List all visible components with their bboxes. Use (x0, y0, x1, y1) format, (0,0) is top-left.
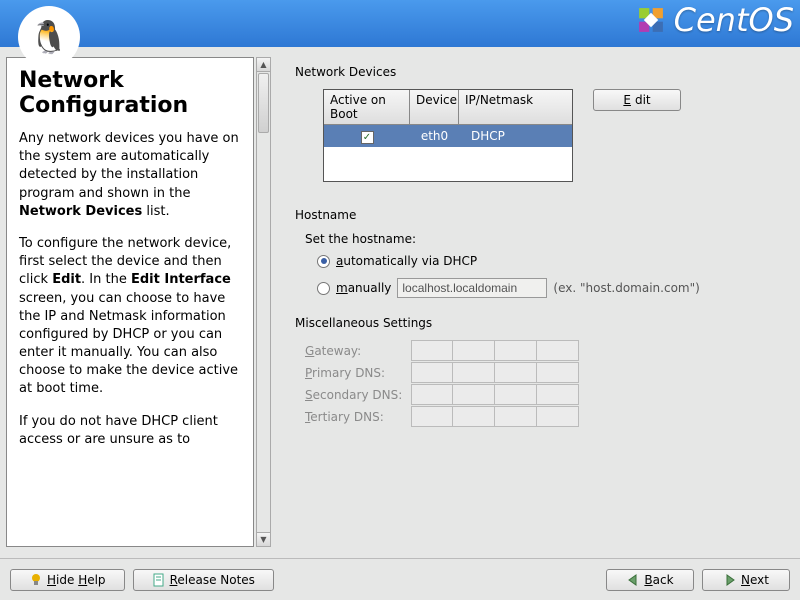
notes-icon (152, 573, 166, 587)
centos-logo-icon (634, 3, 668, 37)
table-row[interactable]: ✓ eth0 DHCP (324, 125, 572, 147)
release-notes-button[interactable]: Release Notes (133, 569, 274, 591)
table-header: Active on Boot Device IP/Netmask (324, 90, 572, 125)
help-para-2: To configure the network device, first s… (19, 235, 241, 399)
next-arrow-icon (723, 573, 737, 587)
secondary-dns-label: Secondary DNS: (305, 388, 411, 402)
tdns-seg4[interactable] (537, 406, 579, 427)
sdns-seg1[interactable] (411, 384, 453, 405)
next-button[interactable]: Next (702, 569, 790, 591)
tdns-seg2[interactable] (453, 406, 495, 427)
gateway-seg3[interactable] (495, 340, 537, 361)
pdns-seg1[interactable] (411, 362, 453, 383)
help-title: Network Configuration (19, 68, 241, 118)
hostname-input[interactable] (397, 278, 547, 298)
edit-button[interactable]: Edit (593, 89, 681, 111)
radio-auto-label: automatically via DHCP (336, 254, 477, 268)
hostname-label: Hostname (295, 208, 770, 222)
cell-ip: DHCP (459, 129, 572, 143)
radio-manual-label: manually (336, 281, 391, 295)
back-arrow-icon (626, 573, 640, 587)
pdns-seg4[interactable] (537, 362, 579, 383)
tdns-seg1[interactable] (411, 406, 453, 427)
scroll-thumb[interactable] (258, 73, 269, 133)
active-checkbox[interactable]: ✓ (361, 131, 374, 144)
hostname-example: (ex. "host.domain.com") (553, 281, 699, 295)
help-scrollbar[interactable]: ▲ ▼ (256, 57, 271, 547)
main-panel: Network Devices Active on Boot Device IP… (275, 47, 800, 557)
hide-help-label: Hide Help (47, 573, 106, 587)
devices-table[interactable]: Active on Boot Device IP/Netmask ✓ eth0 … (323, 89, 573, 182)
header-bar: 🐧 CentOS (0, 0, 800, 47)
sdns-seg3[interactable] (495, 384, 537, 405)
gateway-seg1[interactable] (411, 340, 453, 361)
pdns-seg3[interactable] (495, 362, 537, 383)
col-ip[interactable]: IP/Netmask (459, 90, 572, 125)
radio-auto-icon[interactable] (317, 255, 330, 268)
brand-text: CentOS (674, 1, 794, 39)
pdns-seg2[interactable] (453, 362, 495, 383)
help-panel: Network Configuration Any network device… (0, 47, 275, 557)
sdns-seg2[interactable] (453, 384, 495, 405)
back-label: Back (644, 573, 673, 587)
release-notes-label: Release Notes (170, 573, 255, 587)
scroll-track[interactable] (257, 134, 270, 532)
gateway-seg2[interactable] (453, 340, 495, 361)
next-label: Next (741, 573, 769, 587)
hide-help-button[interactable]: Hide Help (10, 569, 125, 591)
centos-brand: CentOS (634, 1, 794, 39)
col-device[interactable]: Device (410, 90, 459, 125)
col-active[interactable]: Active on Boot (324, 90, 410, 125)
set-hostname-label: Set the hostname: (305, 232, 770, 246)
tux-logo: 🐧 (18, 6, 80, 68)
help-para-1: Any network devices you have on the syst… (19, 130, 241, 221)
network-devices-label: Network Devices (295, 65, 770, 79)
tdns-seg3[interactable] (495, 406, 537, 427)
scroll-up-icon[interactable]: ▲ (257, 58, 270, 72)
primary-dns-label: Primary DNS: (305, 366, 411, 380)
radio-manual[interactable]: manually (ex. "host.domain.com") (317, 278, 770, 298)
gateway-seg4[interactable] (537, 340, 579, 361)
misc-label: Miscellaneous Settings (295, 316, 770, 330)
help-para-3: If you do not have DHCP client access or… (19, 413, 241, 449)
cell-device: eth0 (410, 129, 459, 143)
sdns-seg4[interactable] (537, 384, 579, 405)
lightbulb-icon (29, 573, 43, 587)
tertiary-dns-label: Tertiary DNS: (305, 410, 411, 424)
secondary-dns-row: Secondary DNS: (305, 384, 770, 405)
scroll-down-icon[interactable]: ▼ (257, 532, 270, 546)
table-empty-row[interactable] (324, 147, 572, 181)
gateway-row: Gateway: (305, 340, 770, 361)
primary-dns-row: Primary DNS: (305, 362, 770, 383)
radio-manual-icon[interactable] (317, 282, 330, 295)
tertiary-dns-row: Tertiary DNS: (305, 406, 770, 427)
help-text: Network Configuration Any network device… (6, 57, 254, 547)
footer-bar: Hide Help Release Notes Back Next (0, 558, 800, 600)
gateway-label: Gateway: (305, 344, 411, 358)
back-button[interactable]: Back (606, 569, 694, 591)
radio-auto[interactable]: automatically via DHCP (317, 254, 770, 268)
